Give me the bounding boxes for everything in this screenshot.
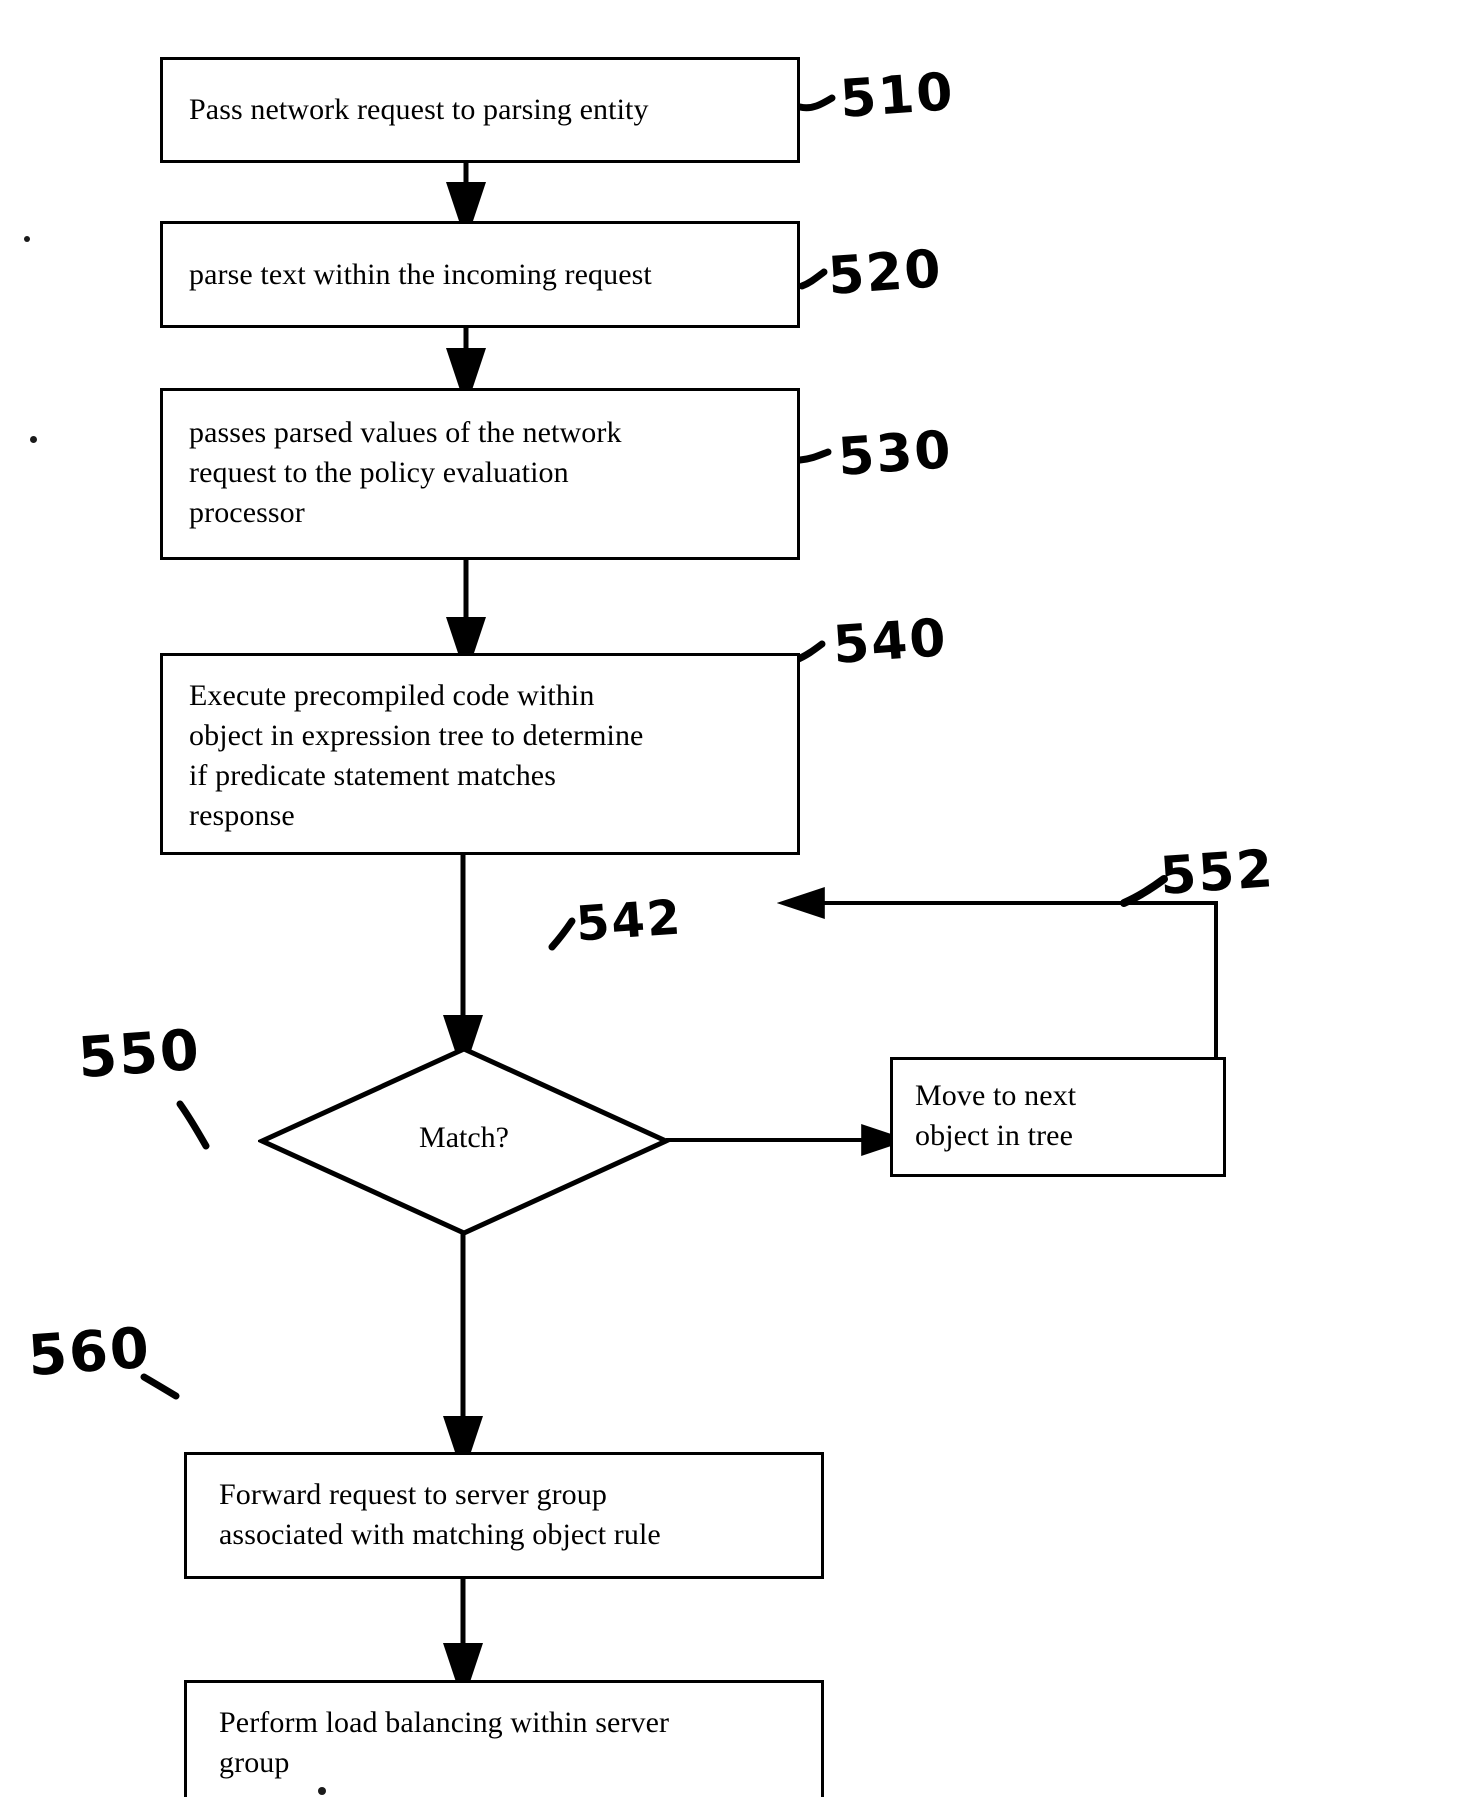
scan-speck: [30, 436, 37, 443]
scan-speck: [24, 236, 30, 242]
ref-numeral-520: 520: [826, 239, 945, 307]
process-box-560-label: Perform load balancing within server gro…: [219, 1706, 670, 1779]
figure-canvas: Pass network request to parsing entity 5…: [0, 0, 1483, 1797]
ref-numeral-510: 510: [838, 62, 957, 130]
scan-speck: [318, 1787, 326, 1795]
ref-numeral-530: 530: [836, 420, 955, 488]
leader-530: [796, 448, 832, 464]
process-box-540[interactable]: Execute precompiled code within object i…: [160, 653, 800, 855]
ref-numeral-550: 550: [75, 1017, 204, 1092]
ref-numeral-542: 542: [574, 889, 685, 953]
ref-numeral-560: 560: [25, 1315, 154, 1390]
leader-510: [796, 94, 836, 112]
process-box-530[interactable]: passes parsed values of the network requ…: [160, 388, 800, 560]
edge-552-540-feedback: [776, 887, 1218, 1057]
process-box-520-label: parse text within the incoming request: [189, 257, 652, 291]
decision-diamond-542-label: Match?: [419, 1121, 509, 1154]
leader-542: [548, 917, 576, 951]
ref-numeral-552: 552: [1158, 839, 1277, 907]
process-box-510-label: Pass network request to parsing entity: [189, 93, 649, 127]
leader-550: [176, 1100, 210, 1150]
process-box-520[interactable]: parse text within the incoming request: [160, 221, 800, 328]
process-box-560[interactable]: Perform load balancing within server gro…: [184, 1680, 824, 1797]
process-box-552-label: Move to next object in tree: [915, 1079, 1077, 1152]
process-box-550-label: Forward request to server group associat…: [219, 1478, 661, 1551]
decision-diamond-542[interactable]: Match?: [255, 1045, 673, 1237]
process-box-510[interactable]: Pass network request to parsing entity: [160, 57, 800, 163]
process-box-540-label: Execute precompiled code within object i…: [189, 679, 644, 832]
leader-520: [798, 268, 828, 290]
leader-552: [1120, 875, 1168, 907]
process-box-552[interactable]: Move to next object in tree: [890, 1057, 1226, 1177]
ref-numeral-540: 540: [831, 608, 950, 676]
process-box-550[interactable]: Forward request to server group associat…: [184, 1452, 824, 1579]
process-box-530-label: passes parsed values of the network requ…: [189, 416, 622, 529]
